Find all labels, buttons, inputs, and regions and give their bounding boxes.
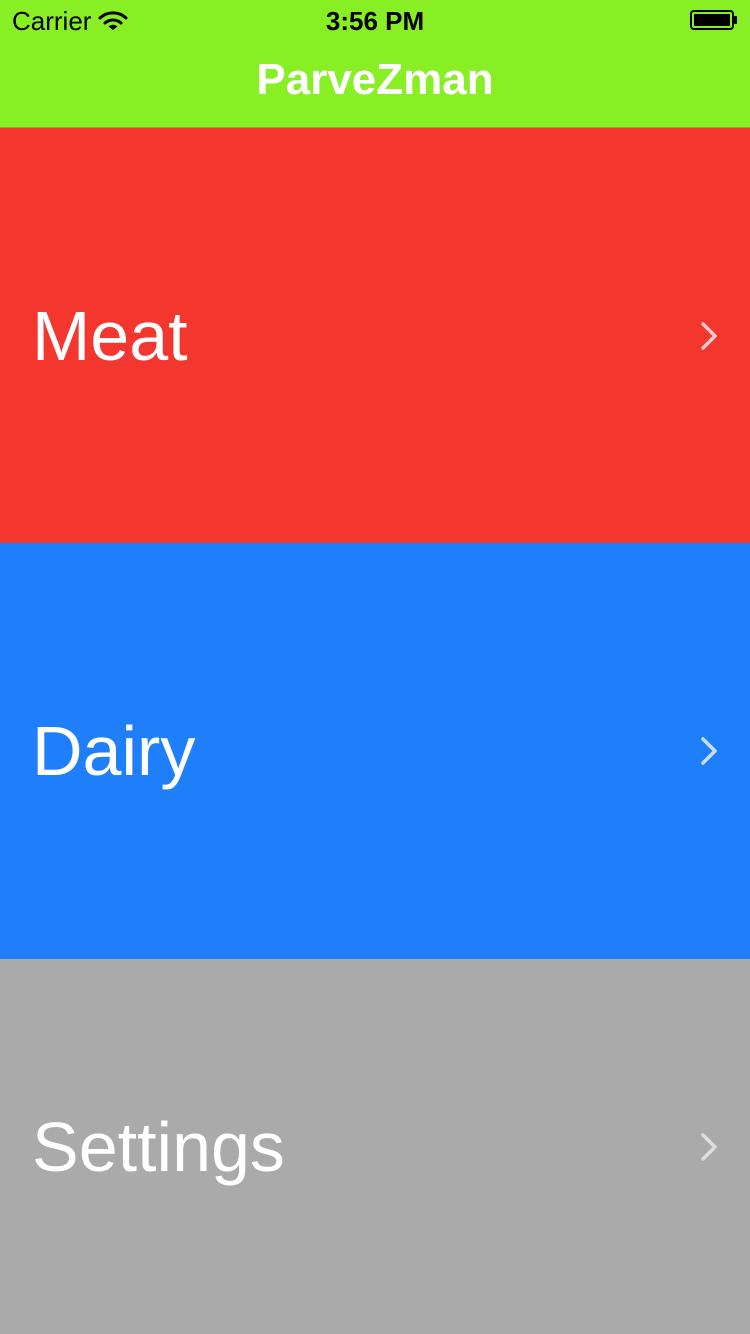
main-menu: Meat Dairy Settings [0, 128, 750, 1334]
navigation-bar: Carrier 3:56 PM ParveZman [0, 0, 750, 128]
status-bar: Carrier 3:56 PM [0, 0, 750, 40]
chevron-right-icon [701, 737, 717, 765]
chevron-right-icon [701, 321, 717, 350]
chevron-right-icon [701, 1132, 717, 1161]
menu-item-label: Meat [32, 296, 188, 375]
status-time: 3:56 PM [325, 6, 425, 36]
menu-item-dairy[interactable]: Dairy [0, 543, 750, 959]
battery-icon [690, 10, 737, 30]
menu-item-label: Dairy [32, 712, 196, 790]
menu-item-settings[interactable]: Settings [0, 959, 750, 1334]
app-title: ParveZman [256, 55, 494, 104]
menu-item-label: Settings [32, 1107, 285, 1186]
menu-item-meat[interactable]: Meat [0, 128, 750, 543]
